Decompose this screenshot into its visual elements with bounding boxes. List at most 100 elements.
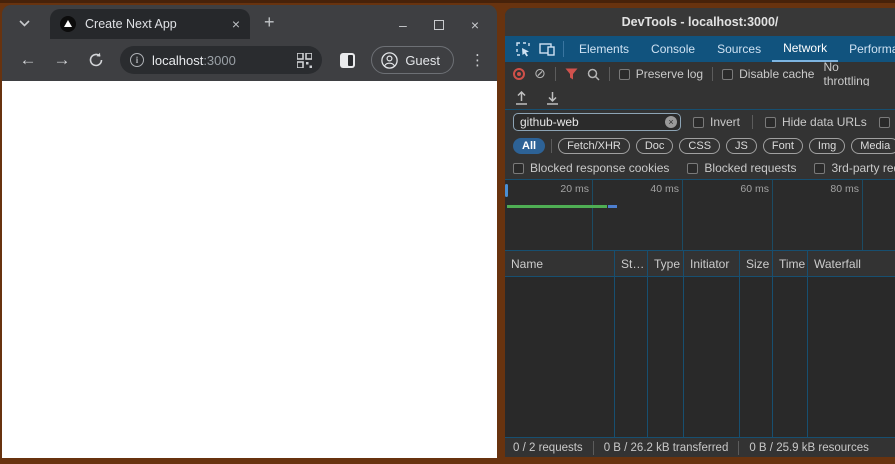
- blocked-requests-checkbox[interactable]: [687, 162, 699, 174]
- inspect-element-icon[interactable]: [511, 36, 535, 62]
- tick-60ms: 60 ms: [740, 183, 769, 195]
- blocked-cookies-group: Blocked response cookies: [513, 161, 669, 175]
- tab-elements[interactable]: Elements: [568, 36, 640, 62]
- disable-cache-label: Disable cache: [739, 67, 815, 81]
- col-waterfall[interactable]: Waterfall: [808, 251, 895, 276]
- blocked-requests-group: Blocked requests: [687, 161, 796, 175]
- window-controls: – ×: [399, 18, 479, 32]
- devtools-titlebar: DevTools - localhost:3000/: [505, 8, 895, 36]
- third-party-group: 3rd-party requests: [814, 161, 895, 175]
- tick-80ms: 80 ms: [830, 183, 859, 195]
- browser-toolbar: ← → i localhost:3000 Guest ⋮: [2, 39, 497, 81]
- pill-doc[interactable]: Doc: [635, 137, 674, 154]
- disable-cache-checkbox[interactable]: [722, 68, 734, 80]
- clear-icon[interactable]: ⊘: [534, 67, 546, 81]
- hide-data-urls-checkbox[interactable]: [765, 116, 777, 128]
- browser-menu-icon[interactable]: ⋮: [470, 51, 485, 69]
- network-toolbar: ⊘ Preserve log Disable cache No throttli…: [505, 60, 895, 88]
- timeline-bar-blue: [608, 205, 617, 208]
- request-type-pills: All Fetch/XHR Doc CSS JS Font Img Media …: [505, 134, 895, 157]
- invert-checkbox[interactable]: [693, 116, 704, 128]
- export-har-icon[interactable]: [546, 91, 559, 105]
- network-overview-timeline[interactable]: 20 ms 40 ms 60 ms 80 ms: [505, 180, 895, 251]
- disable-cache-group: Disable cache: [722, 67, 814, 81]
- third-party-checkbox[interactable]: [814, 162, 826, 174]
- hide-extension-checkbox[interactable]: [878, 116, 890, 128]
- tab-title: Create Next App: [85, 17, 177, 31]
- reload-button[interactable]: [82, 46, 110, 74]
- devtools-tabbar: Elements Console Sources Network Perform…: [505, 36, 895, 62]
- tab-close-icon[interactable]: ×: [232, 17, 240, 31]
- page-content: [2, 81, 497, 458]
- network-status-bar: 0 / 2 requests 0 B / 26.2 kB transferred…: [505, 437, 895, 457]
- filter-row: × Invert Hide data URLs Hide ext: [505, 110, 895, 134]
- import-har-icon[interactable]: [515, 90, 528, 105]
- site-info-icon[interactable]: i: [130, 53, 144, 67]
- preserve-log-label: Preserve log: [635, 67, 704, 81]
- col-name[interactable]: Name: [505, 251, 615, 276]
- search-icon[interactable]: [587, 68, 600, 81]
- requests-table-body[interactable]: [505, 277, 895, 437]
- pill-font[interactable]: Font: [762, 137, 803, 154]
- blocked-cookies-checkbox[interactable]: [513, 162, 524, 174]
- record-icon[interactable]: [513, 68, 525, 80]
- device-toolbar-icon[interactable]: [535, 36, 559, 62]
- col-size[interactable]: Size: [740, 251, 773, 276]
- blocked-requests-label: Blocked requests: [704, 161, 797, 175]
- filter-funnel-icon[interactable]: [565, 68, 578, 80]
- invert-label: Invert: [710, 115, 741, 129]
- devtools-window: DevTools - localhost:3000/ Elements Cons…: [505, 8, 895, 457]
- preserve-log-checkbox[interactable]: [618, 68, 630, 80]
- col-initiator[interactable]: Initiator: [684, 251, 740, 276]
- col-type[interactable]: Type: [648, 251, 684, 276]
- hide-data-urls-group: Hide data URLs: [765, 115, 867, 129]
- hide-data-urls-label: Hide data URLs: [782, 115, 867, 129]
- third-party-label: 3rd-party requests: [831, 161, 895, 175]
- minimize-button[interactable]: –: [399, 18, 407, 32]
- tab-search-chevron-icon[interactable]: [14, 14, 34, 32]
- timeline-bar-green: [507, 205, 607, 208]
- pill-fetch-xhr[interactable]: Fetch/XHR: [558, 137, 630, 154]
- qr-code-icon[interactable]: [297, 52, 313, 68]
- invert-group: Invert: [693, 115, 740, 129]
- timeline-handle[interactable]: [505, 184, 508, 197]
- url-text: localhost:3000: [152, 52, 236, 68]
- browser-window: Create Next App × + – × ← → i localhost:…: [2, 5, 497, 458]
- profile-button[interactable]: Guest: [371, 46, 454, 74]
- filter-input-wrap: ×: [513, 113, 681, 131]
- status-resources: 0 B / 25.9 kB resources: [749, 441, 869, 454]
- clear-filter-icon[interactable]: ×: [665, 116, 677, 128]
- pill-media[interactable]: Media: [851, 137, 895, 154]
- person-icon: [381, 51, 399, 69]
- side-panel-icon[interactable]: [340, 52, 356, 68]
- col-status[interactable]: St…: [615, 251, 648, 276]
- throttling-dropdown[interactable]: No throttling: [823, 60, 887, 88]
- nextjs-favicon-icon: [60, 16, 76, 32]
- pill-all[interactable]: All: [513, 137, 546, 154]
- status-requests: 0 / 2 requests: [513, 441, 583, 454]
- filter-input[interactable]: [513, 113, 681, 131]
- forward-button[interactable]: →: [48, 46, 76, 74]
- new-tab-button[interactable]: +: [264, 12, 275, 33]
- browser-tab[interactable]: Create Next App ×: [50, 9, 250, 39]
- preserve-log-group: Preserve log: [618, 67, 704, 81]
- tab-console[interactable]: Console: [640, 36, 706, 62]
- pill-js[interactable]: JS: [726, 137, 757, 154]
- tab-network[interactable]: Network: [772, 36, 839, 62]
- col-time[interactable]: Time: [773, 251, 808, 276]
- requests-table-header: Name St… Type Initiator Size Time Waterf…: [505, 251, 895, 277]
- status-transferred: 0 B / 26.2 kB transferred: [603, 441, 729, 454]
- profile-label: Guest: [405, 52, 440, 68]
- tab-strip: Create Next App × + – ×: [2, 5, 497, 39]
- tab-sources[interactable]: Sources: [706, 36, 772, 62]
- tab-performance[interactable]: Performance: [838, 36, 895, 62]
- pill-img[interactable]: Img: [808, 137, 846, 154]
- address-bar[interactable]: i localhost:3000: [120, 46, 323, 74]
- blocked-cookies-label: Blocked response cookies: [530, 161, 670, 175]
- close-button[interactable]: ×: [471, 18, 479, 32]
- tick-40ms: 40 ms: [650, 183, 679, 195]
- hide-extension-group: Hide ext: [878, 115, 895, 129]
- maximize-button[interactable]: [433, 20, 444, 30]
- back-button[interactable]: ←: [14, 46, 42, 74]
- pill-css[interactable]: CSS: [679, 137, 721, 154]
